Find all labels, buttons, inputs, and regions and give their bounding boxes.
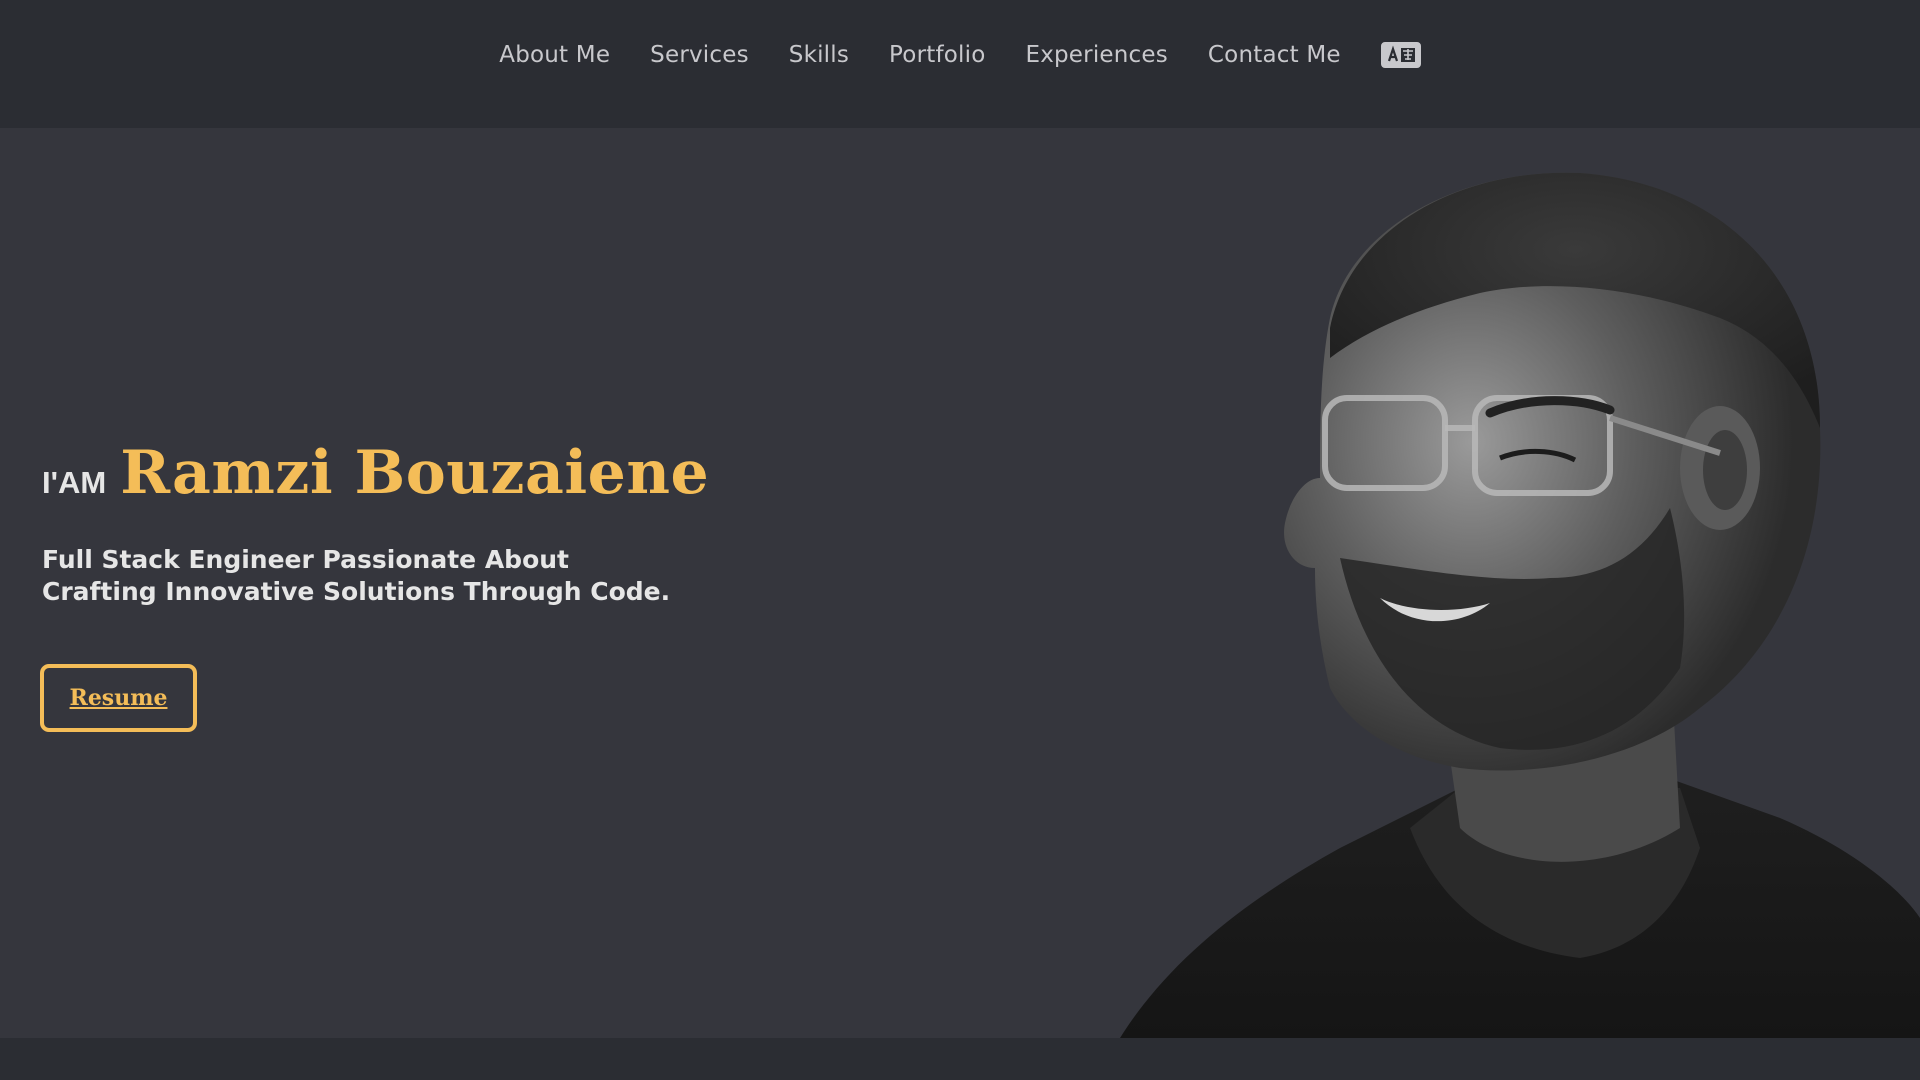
language-toggle-button[interactable]	[1380, 42, 1421, 68]
nav-portfolio[interactable]: Portfolio	[889, 42, 985, 68]
hero-headline: I'AM Ramzi Bouzaiene	[42, 438, 709, 508]
nav-skills[interactable]: Skills	[789, 42, 849, 68]
hero-tagline: Full Stack Engineer Passionate About Cra…	[42, 544, 682, 608]
main-nav: About Me Services Skills Portfolio Exper…	[0, 0, 1920, 110]
hero-section: I'AM Ramzi Bouzaiene Full Stack Engineer…	[0, 128, 1920, 1038]
translate-icon	[1383, 45, 1418, 65]
top-navigation-bar: About Me Services Skills Portfolio Exper…	[0, 0, 1920, 128]
nav-experiences[interactable]: Experiences	[1025, 42, 1167, 68]
resume-button[interactable]: Resume	[40, 664, 197, 732]
hero-tagline-line-2: Crafting Innovative Solutions Through Co…	[42, 577, 671, 606]
nav-about-me[interactable]: About Me	[499, 42, 610, 68]
hero-name: Ramzi Bouzaiene	[120, 438, 710, 508]
profile-photo	[1120, 172, 1920, 1038]
nav-services[interactable]: Services	[650, 42, 749, 68]
bottom-strip	[0, 1038, 1920, 1080]
hero-prefix: I'AM	[42, 465, 107, 500]
hero-tagline-line-1: Full Stack Engineer Passionate About	[42, 545, 570, 574]
hero-intro: I'AM Ramzi Bouzaiene Full Stack Engineer…	[42, 438, 709, 608]
nav-contact-me[interactable]: Contact Me	[1208, 42, 1341, 68]
